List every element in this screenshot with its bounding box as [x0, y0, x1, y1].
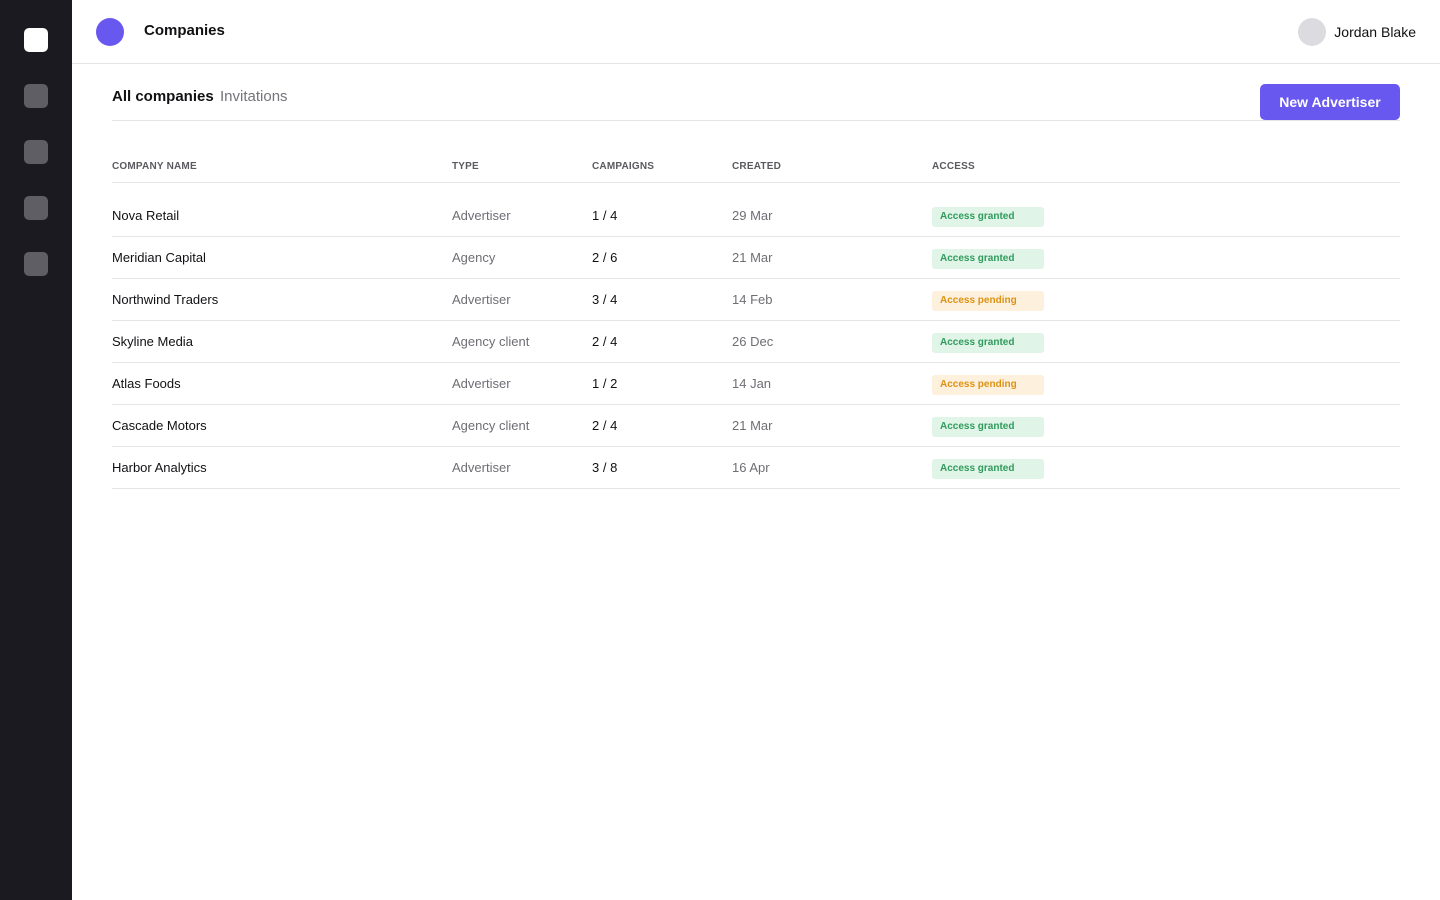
status-badge: Access granted [932, 416, 1044, 437]
access-cell: Access granted [932, 195, 1044, 237]
access-cell: Access granted [932, 405, 1044, 447]
campaigns-count: 3 / 8 [592, 460, 618, 475]
status-badge: Access granted [932, 248, 1044, 269]
tab-invitations[interactable]: Invitations [220, 88, 288, 105]
tab-all-companies[interactable]: All companies [112, 88, 214, 105]
company-type: Advertiser [452, 376, 511, 391]
access-cell: Access granted [932, 237, 1044, 279]
column-header-company-name: COMPANY NAME [112, 161, 197, 172]
company-name: Atlas Foods [112, 376, 181, 391]
column-header-access: ACCESS [932, 161, 975, 172]
created-date: 29 Mar [732, 208, 773, 223]
access-cell: Access pending [932, 279, 1044, 321]
avatar[interactable] [1298, 18, 1327, 46]
company-name: Skyline Media [112, 334, 193, 349]
status-badge: Access granted [932, 206, 1044, 227]
company-name: Northwind Traders [112, 292, 219, 307]
company-name: Cascade Motors [112, 418, 207, 433]
user-menu[interactable]: Jordan Blake [1298, 18, 1416, 46]
company-name: Nova Retail [112, 208, 180, 223]
access-cell: Access pending [932, 363, 1044, 405]
campaigns-count: 2 / 4 [592, 334, 618, 349]
column-header-type: TYPE [452, 161, 479, 172]
page-title: Companies [144, 22, 225, 39]
company-type: Agency client [452, 334, 530, 349]
company-type: Advertiser [452, 460, 511, 475]
status-badge: Access granted [932, 458, 1044, 479]
nav-home-icon[interactable] [24, 28, 48, 52]
table-body: Nova Retail Advertiser 1 / 4 29 Mar Access g… [112, 183, 1400, 489]
status-badge: Access granted [932, 332, 1044, 353]
table-row[interactable]: Northwind Traders Advertiser 3 / 4 14 Feb Ac… [112, 279, 1400, 321]
status-badge: Access pending [932, 290, 1044, 311]
created-date: 26 Dec [732, 334, 774, 349]
company-name: Harbor Analytics [112, 460, 207, 475]
user-name: Jordan Blake [1334, 24, 1416, 40]
table-row[interactable]: Harbor Analytics Advertiser 3 / 8 16 Apr Acc… [112, 447, 1400, 489]
nav-item-3-icon[interactable] [24, 140, 48, 164]
table-row[interactable]: Cascade Motors Agency client 2 / 4 21 Mar Ac… [112, 405, 1400, 447]
access-cell: Access granted [932, 321, 1044, 363]
company-name: Meridian Capital [112, 250, 206, 265]
table-row[interactable]: Atlas Foods Advertiser 1 / 2 14 Jan Access p… [112, 363, 1400, 405]
table-row[interactable]: Nova Retail Advertiser 1 / 4 29 Mar Access g… [112, 195, 1400, 237]
status-badge: Access pending [932, 374, 1044, 395]
created-date: 21 Mar [732, 250, 773, 265]
nav-item-2-icon[interactable] [24, 84, 48, 108]
company-type: Advertiser [452, 208, 511, 223]
campaigns-count: 2 / 4 [592, 418, 618, 433]
brand-logo-icon[interactable] [96, 18, 124, 46]
access-cell: Access granted [932, 447, 1044, 489]
campaigns-count: 3 / 4 [592, 292, 618, 307]
campaigns-count: 2 / 6 [592, 250, 618, 265]
table-row[interactable]: Meridian Capital Agency 2 / 6 21 Mar Access … [112, 237, 1400, 279]
nav-item-5-icon[interactable] [24, 252, 48, 276]
company-type: Agency [452, 250, 496, 265]
created-date: 16 Apr [732, 460, 770, 475]
column-header-created: CREATED [732, 161, 781, 172]
nav-item-4-icon[interactable] [24, 196, 48, 220]
table-header: COMPANY NAME TYPE CAMPAIGNS CREATED ACCE… [112, 154, 1400, 183]
created-date: 14 Feb [732, 292, 773, 307]
column-header-campaigns: CAMPAIGNS [592, 161, 655, 172]
created-date: 21 Mar [732, 418, 773, 433]
campaigns-count: 1 / 4 [592, 208, 618, 223]
table-row[interactable]: Skyline Media Agency client 2 / 4 26 Dec Acc… [112, 321, 1400, 363]
sidebar [0, 0, 72, 900]
company-type: Advertiser [452, 292, 511, 307]
created-date: 14 Jan [732, 376, 772, 391]
new-advertiser-button[interactable]: New Advertiser [1260, 84, 1400, 120]
companies-table: COMPANY NAME TYPE CAMPAIGNS CREATED ACCE… [112, 154, 1400, 489]
campaigns-count: 1 / 2 [592, 376, 618, 391]
tabs: All companies Invitations New Advertiser [112, 64, 1400, 121]
company-type: Agency client [452, 418, 530, 433]
main-content: All companies Invitations New Advertiser… [112, 64, 1400, 489]
top-bar: Companies Jordan Blake [72, 0, 1440, 64]
